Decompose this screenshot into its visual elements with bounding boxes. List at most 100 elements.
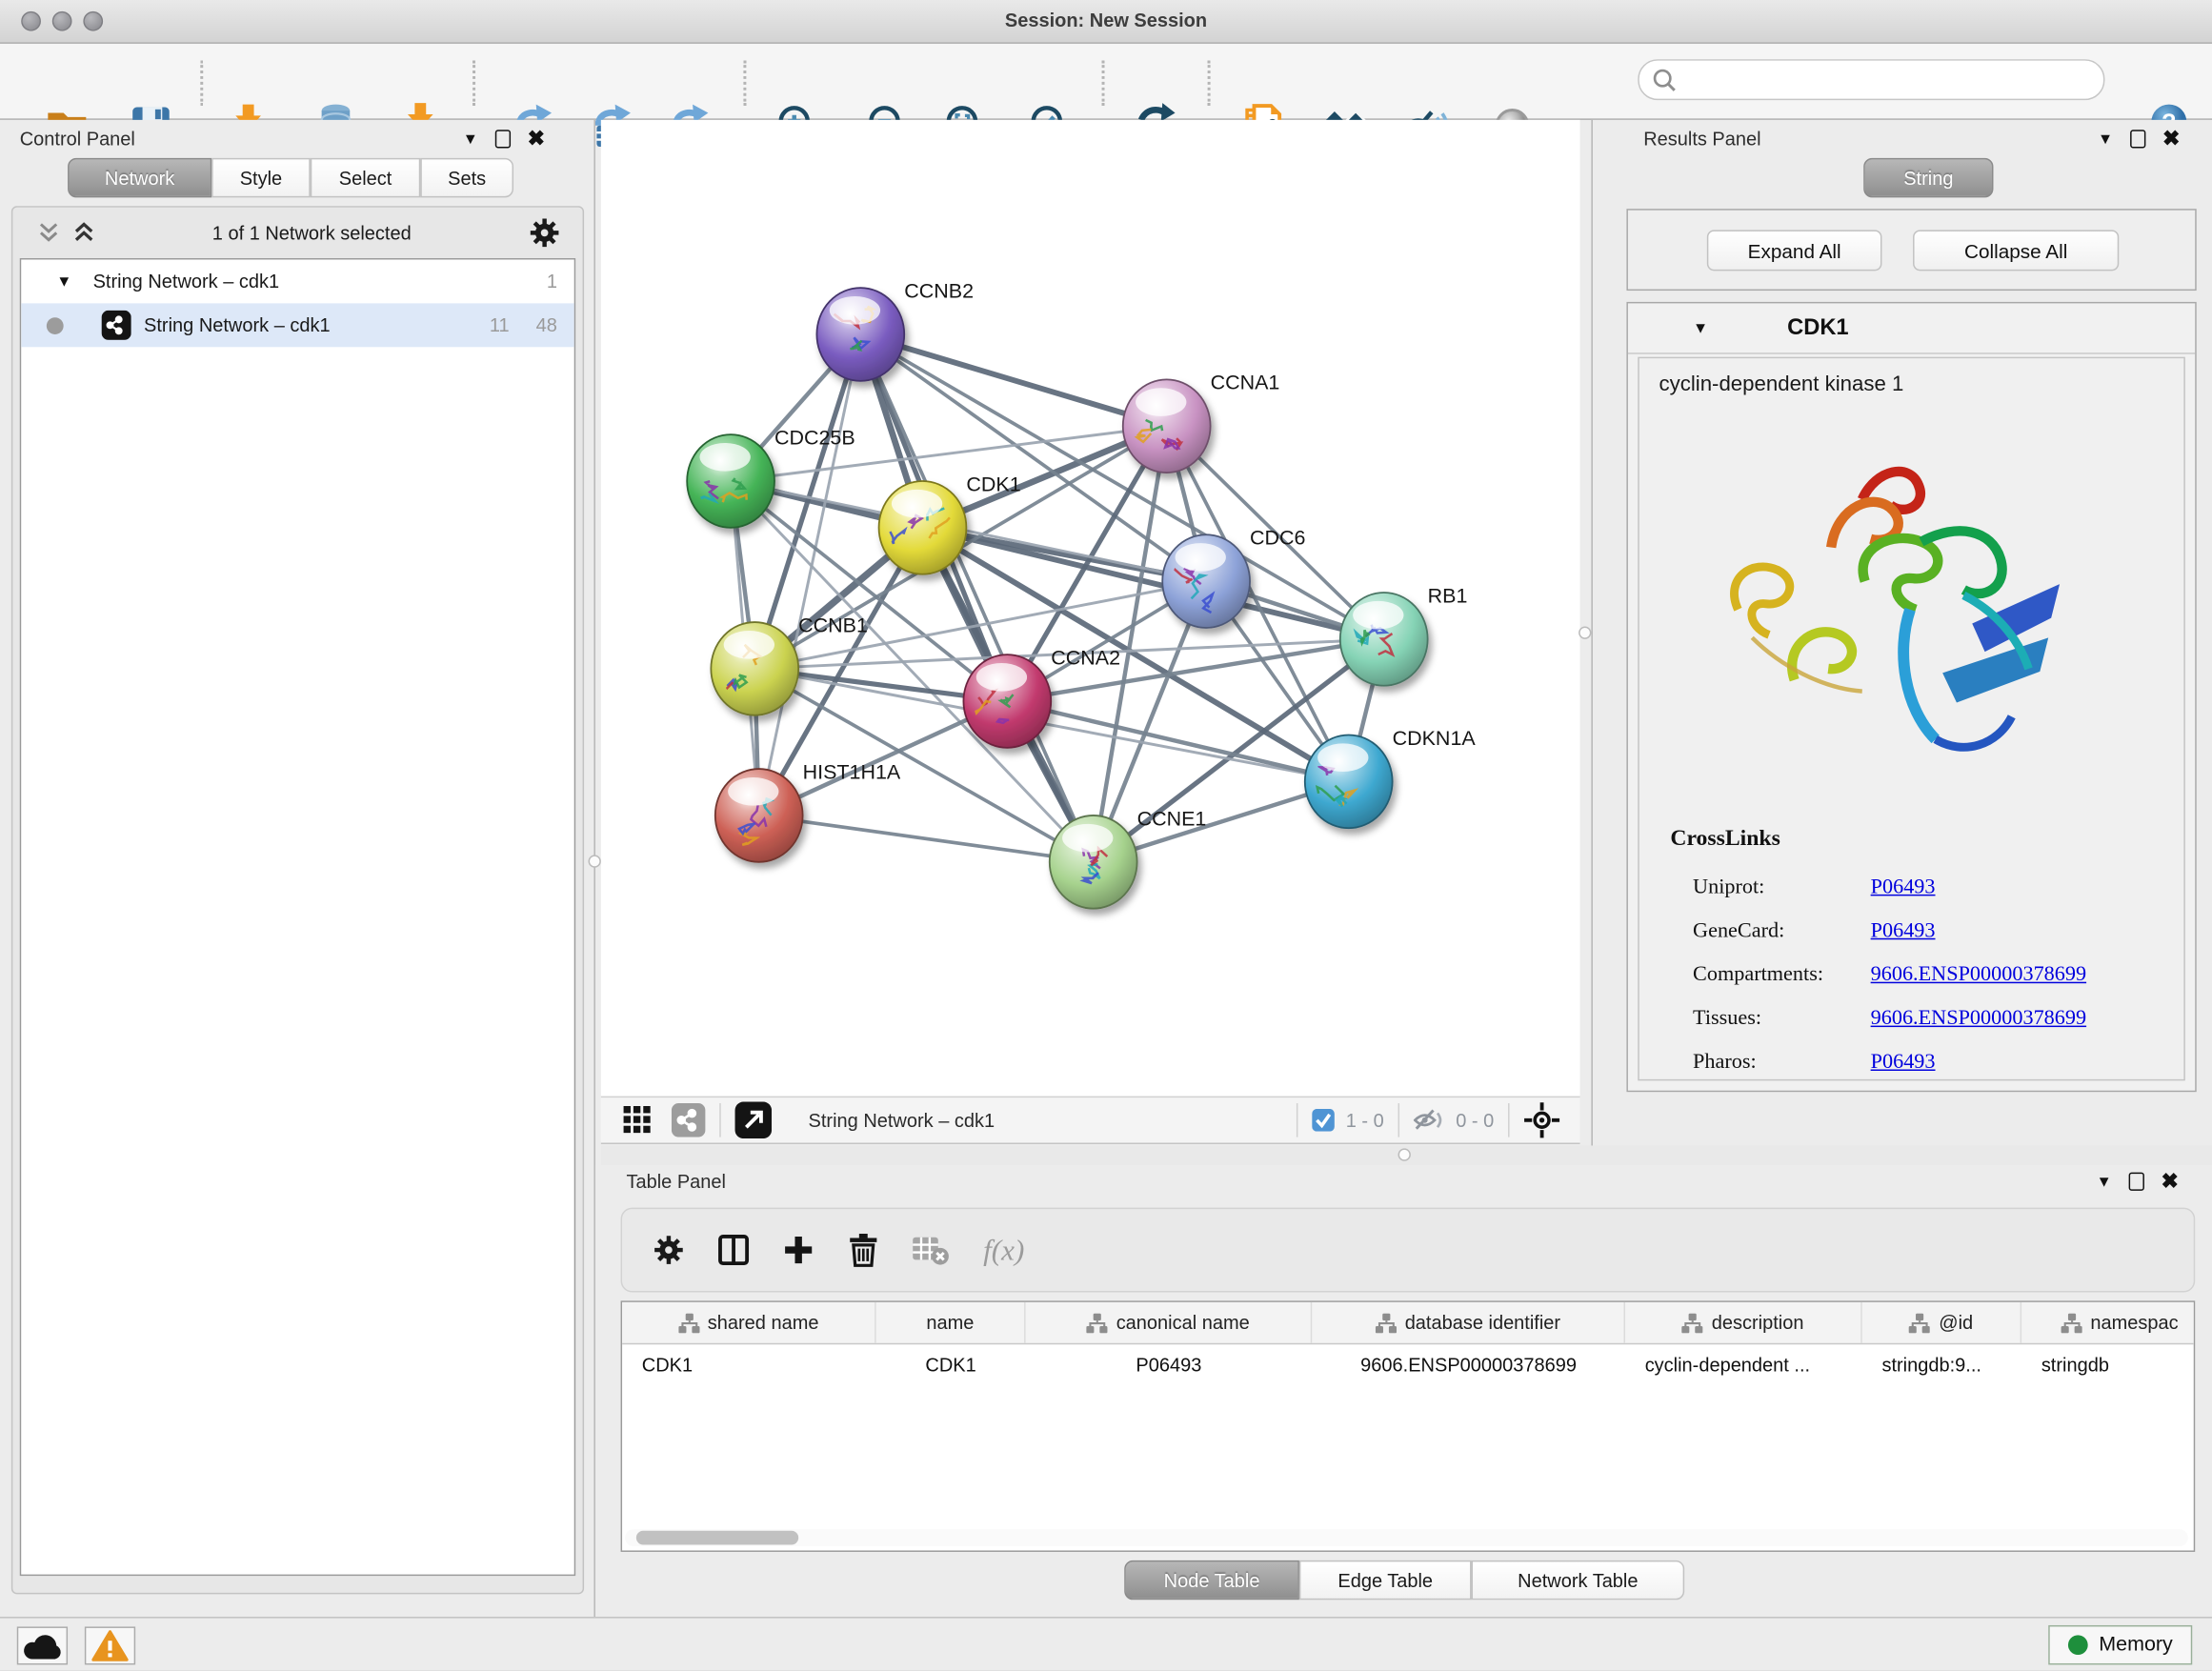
network-status-dot [47, 316, 64, 333]
table-panel-menu-icon[interactable]: ▼ [2097, 1173, 2112, 1190]
node-table: shared namename canonical name database … [621, 1300, 2196, 1552]
table-cell[interactable]: 9606.ENSP00000378699 [1312, 1344, 1625, 1385]
selected-items-checkbox[interactable] [1312, 1109, 1335, 1132]
control-panel-float-icon[interactable] [495, 130, 511, 148]
node-count: 11 [490, 314, 510, 335]
collapse-all-icon[interactable] [38, 221, 59, 244]
gene-collapse-icon[interactable]: ▼ [1693, 319, 1708, 336]
search-input[interactable] [1638, 59, 2104, 100]
column-header-@id[interactable]: @id [1862, 1302, 2021, 1343]
show-columns-icon[interactable] [718, 1235, 750, 1266]
memory-status-dot [2068, 1635, 2088, 1655]
column-type-icon [1087, 1313, 1108, 1333]
memory-button[interactable]: Memory [2048, 1625, 2192, 1664]
crosslink-row: GeneCard:P06493 [1693, 910, 2172, 954]
tab-network-table[interactable]: Network Table [1472, 1560, 1685, 1600]
network-edge [759, 815, 1094, 862]
cloud-button[interactable] [17, 1626, 68, 1664]
hidden-items-icon[interactable] [1414, 1107, 1445, 1133]
network-count: 1 [547, 271, 557, 292]
crosslink-value-link[interactable]: P06493 [1871, 876, 1936, 900]
tab-network[interactable]: Network [68, 158, 211, 197]
delete-column-icon[interactable] [848, 1233, 879, 1267]
horizontal-scrollbar[interactable] [625, 1529, 2188, 1546]
expand-all-button[interactable]: Expand All [1707, 230, 1882, 271]
hidden-counts: 0 - 0 [1456, 1110, 1494, 1131]
control-panel-close-icon[interactable]: ✖ [528, 130, 546, 148]
tab-style[interactable]: Style [211, 158, 311, 197]
node-label: CCNA2 [1051, 646, 1120, 669]
tab-node-table[interactable]: Node Table [1124, 1560, 1299, 1600]
network-tree-row[interactable]: String Network – cdk14811 [21, 303, 573, 347]
table-panel-float-icon[interactable] [2128, 1173, 2143, 1191]
table-cell[interactable]: stringdb:9... [1862, 1344, 2021, 1385]
column-header-namespac[interactable]: namespac [2021, 1302, 2195, 1343]
crosslink-label: Compartments: [1693, 963, 1871, 987]
fit-selected-icon[interactable] [1523, 1102, 1560, 1139]
crosslink-row: Tissues:9606.ENSP00000378699 [1693, 997, 2172, 1041]
results-panel-float-icon[interactable] [2130, 130, 2145, 148]
left-splitter-grip[interactable] [589, 855, 601, 867]
warnings-button[interactable] [85, 1626, 135, 1664]
column-type-icon [1682, 1313, 1703, 1333]
tab-sets[interactable]: Sets [420, 158, 513, 197]
splitter-grip[interactable] [1398, 1148, 1411, 1160]
tab-select[interactable]: Select [311, 158, 421, 197]
toolbar-separator [200, 61, 203, 106]
table-options-gear-icon[interactable] [654, 1235, 685, 1266]
table-panel-close-icon[interactable]: ✖ [2162, 1173, 2180, 1191]
results-panel-close-icon[interactable]: ✖ [2162, 130, 2181, 148]
tab-string[interactable]: String [1863, 158, 1993, 197]
table-tabs: Node TableEdge TableNetwork Table [595, 1560, 2212, 1617]
network-tree: ▼String Network – cdk11 String Network –… [20, 258, 575, 1576]
vertical-splitter-grip[interactable] [1579, 627, 1591, 639]
network-icon [102, 311, 131, 340]
network-node: CCNB2 [816, 279, 974, 380]
cloud-icon [23, 1632, 62, 1661]
control-panel-tabs: NetworkStyleSelectSets [68, 158, 513, 197]
table-cell[interactable]: P06493 [1026, 1344, 1313, 1385]
table-cell[interactable]: CDK1 [876, 1344, 1026, 1385]
network-options-gear-icon[interactable] [529, 217, 560, 249]
table-cell[interactable]: cyclin-dependent ... [1625, 1344, 1862, 1385]
crosslink-label: Pharos: [1693, 1051, 1871, 1075]
results-panel-menu-icon[interactable]: ▼ [2098, 131, 2113, 148]
tab-edge-table[interactable]: Edge Table [1299, 1560, 1472, 1600]
network-tree-row[interactable]: ▼String Network – cdk11 [21, 259, 573, 303]
grid-view-icon[interactable] [624, 1106, 653, 1135]
collection-expander-icon[interactable]: ▼ [56, 273, 71, 291]
network-node: HIST1H1A [715, 760, 901, 861]
add-column-icon[interactable] [783, 1235, 814, 1266]
crosslink-value-link[interactable]: P06493 [1871, 1051, 1936, 1075]
crosslink-value-link[interactable]: 9606.ENSP00000378699 [1871, 963, 2086, 987]
warning-icon [91, 1629, 129, 1661]
column-header-canonicalname[interactable]: canonical name [1026, 1302, 1313, 1343]
results-buttons-box: Expand All Collapse All [1626, 209, 2196, 291]
control-panel-menu-icon[interactable]: ▼ [463, 131, 478, 148]
table-row[interactable]: CDK1CDK1P064939606.ENSP00000378699cyclin… [622, 1344, 2194, 1385]
collapse-all-button[interactable]: Collapse All [1913, 230, 2119, 271]
column-header-sharedname[interactable]: shared name [622, 1302, 876, 1343]
gene-section: ▼ CDK1 cyclin-dependent kinase 1 CrossLi… [1626, 302, 2196, 1092]
network-node: CCNE1 [1050, 807, 1207, 908]
table-cell[interactable]: CDK1 [622, 1344, 876, 1385]
column-type-icon [2061, 1313, 2081, 1333]
column-header-description[interactable]: description [1625, 1302, 1862, 1343]
network-selected-status: 1 of 1 Network selected [94, 222, 529, 243]
column-header-name[interactable]: name [876, 1302, 1026, 1343]
selected-counts: 1 - 0 [1346, 1110, 1384, 1131]
column-type-icon [1376, 1313, 1397, 1333]
crosslink-row: Pharos:P06493 [1693, 1041, 2172, 1085]
toolbar-separator [743, 61, 746, 106]
expand-all-icon[interactable] [73, 221, 94, 244]
network-canvas[interactable]: CCNB2 CCNA1 CDC25B CDK1 CDC6 RB1 CCNB1 C… [601, 120, 1580, 1097]
birdseye-view-icon[interactable] [735, 1102, 773, 1139]
application-window: Session: New Session ? Control Panel [0, 0, 2212, 1670]
crosslink-value-link[interactable]: P06493 [1871, 920, 1936, 944]
column-header-databaseidentifier[interactable]: database identifier [1312, 1302, 1625, 1343]
crosslink-value-link[interactable]: 9606.ENSP00000378699 [1871, 1007, 2086, 1031]
node-label: CDKN1A [1393, 727, 1477, 750]
crosslink-label: Uniprot: [1693, 876, 1871, 900]
table-cell[interactable]: stringdb [2021, 1344, 2195, 1385]
network-overview-icon[interactable] [672, 1103, 706, 1137]
